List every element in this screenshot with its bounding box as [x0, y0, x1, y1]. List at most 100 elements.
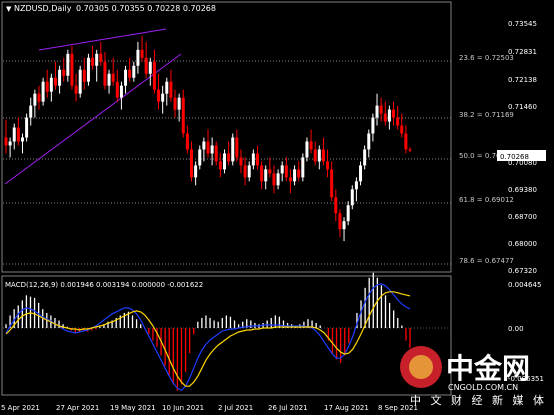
candle-body[interactable] — [363, 149, 367, 166]
candle-body[interactable] — [194, 165, 198, 178]
candle-body[interactable] — [148, 61, 152, 74]
candle-body[interactable] — [95, 53, 99, 66]
candle-body[interactable] — [49, 77, 53, 92]
candle-body[interactable] — [177, 97, 181, 110]
chart-canvas[interactable]: ▼ NZDUSD,Daily 0.70305 0.70355 0.70228 0… — [0, 0, 554, 415]
candle-body[interactable] — [157, 89, 161, 102]
candle-body[interactable] — [379, 105, 383, 114]
candle-body[interactable] — [74, 85, 78, 94]
candle-body[interactable] — [119, 85, 123, 98]
candle-body[interactable] — [350, 189, 354, 206]
candle-body[interactable] — [165, 81, 169, 94]
candle-body[interactable] — [383, 113, 387, 122]
candle-body[interactable] — [396, 117, 400, 126]
candle-body[interactable] — [297, 169, 301, 178]
candle-body[interactable] — [132, 65, 136, 78]
candle-body[interactable] — [45, 81, 49, 92]
candle-body[interactable] — [82, 69, 86, 82]
candle-body[interactable] — [284, 165, 288, 178]
candle-body[interactable] — [58, 69, 62, 86]
candle-body[interactable] — [144, 57, 148, 74]
candle-body[interactable] — [107, 73, 111, 86]
candle-body[interactable] — [140, 49, 144, 58]
candle-body[interactable] — [115, 81, 119, 98]
candle-body[interactable] — [37, 93, 41, 102]
candle-body[interactable] — [260, 165, 264, 182]
candle-body[interactable] — [359, 165, 363, 182]
candle-body[interactable] — [317, 149, 321, 162]
candle-body[interactable] — [136, 49, 140, 66]
candle-body[interactable] — [346, 205, 350, 222]
candle-body[interactable] — [161, 93, 165, 102]
candle-body[interactable] — [342, 221, 346, 230]
symbol-dropdown-icon[interactable]: ▼ — [6, 5, 12, 13]
candle-body[interactable] — [222, 153, 226, 170]
candle-body[interactable] — [86, 57, 90, 82]
candle-body[interactable] — [235, 137, 239, 158]
candle-body[interactable] — [375, 105, 379, 118]
candle-body[interactable] — [198, 149, 202, 166]
candle-body[interactable] — [210, 145, 214, 154]
candle-body[interactable] — [338, 213, 342, 230]
candle-body[interactable] — [25, 117, 29, 138]
candle-body[interactable] — [66, 53, 70, 76]
candle-body[interactable] — [181, 97, 185, 134]
candle-body[interactable] — [400, 125, 404, 134]
candle-body[interactable] — [288, 177, 292, 182]
candle-body[interactable] — [326, 161, 330, 170]
candle-body[interactable] — [4, 137, 8, 146]
candle-body[interactable] — [404, 133, 408, 150]
candle-body[interactable] — [70, 53, 74, 86]
candle-body[interactable] — [152, 61, 156, 90]
candle-body[interactable] — [387, 109, 391, 122]
candle-body[interactable] — [313, 149, 317, 162]
candle-body[interactable] — [62, 69, 66, 76]
candle-body[interactable] — [206, 141, 210, 154]
candle-body[interactable] — [280, 165, 284, 174]
candle-body[interactable] — [12, 127, 16, 142]
candle-body[interactable] — [408, 149, 412, 151]
candle-body[interactable] — [247, 165, 251, 178]
candle-body[interactable] — [53, 77, 57, 86]
candle-body[interactable] — [202, 141, 206, 150]
candle-body[interactable] — [29, 105, 33, 118]
candle-body[interactable] — [392, 109, 396, 118]
candle-body[interactable] — [8, 141, 12, 146]
candle-body[interactable] — [16, 127, 20, 142]
candle-body[interactable] — [124, 69, 128, 86]
candle-body[interactable] — [41, 81, 45, 102]
candle-body[interactable] — [268, 169, 272, 174]
candle-body[interactable] — [255, 153, 259, 166]
candle-body[interactable] — [33, 93, 37, 106]
candle-body[interactable] — [185, 133, 189, 150]
candle-body[interactable] — [293, 169, 297, 182]
candle-body[interactable] — [301, 157, 305, 178]
candle-body[interactable] — [111, 73, 115, 82]
candle-body[interactable] — [218, 161, 222, 170]
candle-body[interactable] — [272, 173, 276, 186]
candle-body[interactable] — [367, 133, 371, 150]
candle-body[interactable] — [330, 169, 334, 198]
candle-body[interactable] — [243, 165, 247, 178]
candle-body[interactable] — [321, 149, 325, 162]
candle-body[interactable] — [334, 197, 338, 214]
candle-body[interactable] — [231, 137, 235, 162]
candle-body[interactable] — [239, 157, 243, 166]
candle-body[interactable] — [371, 117, 375, 134]
candle-body[interactable] — [264, 169, 268, 182]
candle-body[interactable] — [251, 153, 255, 166]
candle-body[interactable] — [20, 137, 24, 142]
candle-body[interactable] — [190, 149, 194, 178]
candle-body[interactable] — [91, 57, 95, 66]
chart-window[interactable]: ▼ NZDUSD,Daily 0.70305 0.70355 0.70228 0… — [0, 0, 554, 415]
candle-body[interactable] — [128, 69, 132, 78]
candle-body[interactable] — [309, 141, 313, 150]
candle-body[interactable] — [173, 97, 177, 110]
candle-body[interactable] — [103, 61, 107, 86]
candle-body[interactable] — [305, 141, 309, 158]
candle-body[interactable] — [78, 69, 82, 94]
candle-body[interactable] — [227, 153, 231, 162]
candle-body[interactable] — [99, 53, 103, 62]
candle-body[interactable] — [214, 145, 218, 162]
candle-body[interactable] — [276, 173, 280, 186]
